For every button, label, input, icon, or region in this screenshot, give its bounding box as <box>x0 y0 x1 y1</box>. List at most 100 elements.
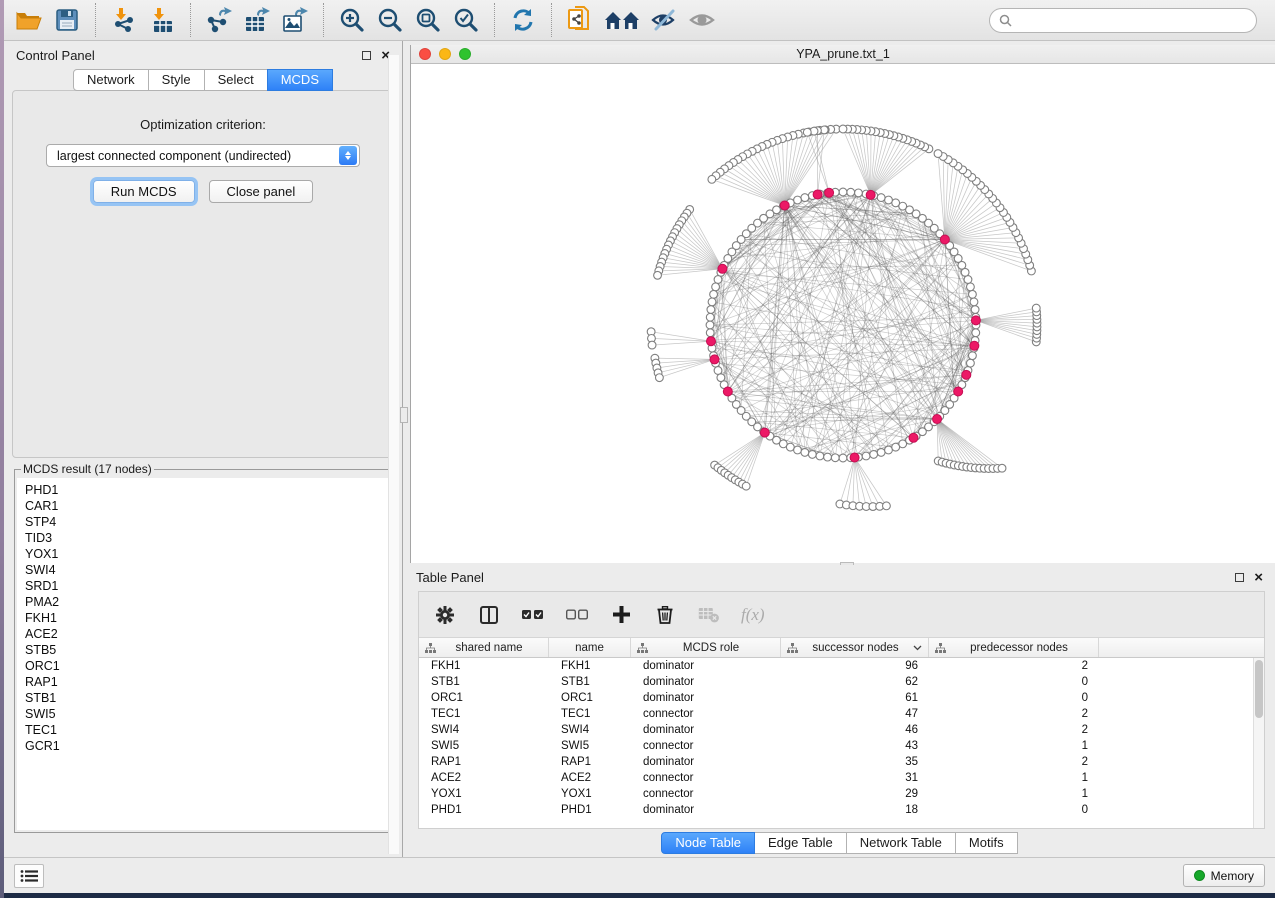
sort-descending-icon <box>913 645 922 651</box>
table-tab[interactable]: Node Table <box>661 832 755 854</box>
table-settings-icon[interactable] <box>433 603 457 627</box>
table-row[interactable]: STB1 STB1 dominator 62 0 <box>419 674 1264 690</box>
zoom-fit-icon[interactable] <box>412 4 444 36</box>
table-row[interactable]: FKH1 FKH1 dominator 96 2 <box>419 658 1264 674</box>
run-mcds-button[interactable]: Run MCDS <box>93 180 195 203</box>
float-panel-icon[interactable] <box>1235 573 1244 582</box>
toolbar-separator <box>95 3 96 37</box>
close-panel-icon[interactable]: × <box>1254 570 1263 585</box>
search-field[interactable] <box>989 8 1257 33</box>
mcds-result-item[interactable]: STB5 <box>25 642 389 658</box>
hide-selected-icon[interactable] <box>648 4 680 36</box>
toolbar-separator <box>190 3 191 37</box>
column-header-predecessor-nodes[interactable]: predecessor nodes <box>929 638 1099 657</box>
mcds-result-item[interactable]: STP4 <box>25 514 389 530</box>
network-window-title: YPA_prune.txt_1 <box>411 47 1275 61</box>
mcds-result-item[interactable]: TID3 <box>25 530 389 546</box>
network-canvas[interactable] <box>411 64 1275 563</box>
delete-column-icon[interactable] <box>653 603 677 627</box>
toolbar-separator <box>323 3 324 37</box>
control-panel-tab[interactable]: MCDS <box>267 69 333 91</box>
table-row[interactable]: SWI5 SWI5 connector 43 1 <box>419 738 1264 754</box>
mcds-result-item[interactable]: CAR1 <box>25 498 389 514</box>
mcds-result-item[interactable]: SWI5 <box>25 706 389 722</box>
show-all-icon[interactable] <box>686 4 718 36</box>
mcds-result-item[interactable]: ORC1 <box>25 658 389 674</box>
column-header-name[interactable]: name <box>549 638 631 657</box>
column-header-filler <box>1099 638 1264 657</box>
refresh-layout-icon[interactable] <box>507 4 539 36</box>
mcds-result-item[interactable]: FKH1 <box>25 610 389 626</box>
import-table-icon[interactable] <box>146 4 178 36</box>
search-input[interactable] <box>1018 12 1247 28</box>
home-icon[interactable] <box>602 4 642 36</box>
float-panel-icon[interactable] <box>362 51 371 60</box>
list-icon <box>20 869 38 883</box>
table-scrollbar[interactable] <box>1253 658 1264 828</box>
table-header: shared name name MCDS role successor nod… <box>419 638 1264 658</box>
mcds-result-list[interactable]: PHD1CAR1STP4TID3YOX1SWI4SRD1PMA2FKH1ACE2… <box>17 478 389 830</box>
task-history-button[interactable] <box>14 864 44 888</box>
table-row[interactable]: PHD1 PHD1 dominator 18 0 <box>419 802 1264 818</box>
open-session-icon[interactable] <box>13 4 45 36</box>
export-image-icon[interactable] <box>279 4 311 36</box>
close-panel-button[interactable]: Close panel <box>209 180 314 203</box>
import-network-icon[interactable] <box>108 4 140 36</box>
column-header-mcds-role[interactable]: MCDS role <box>631 638 781 657</box>
column-type-icon <box>425 643 436 653</box>
network-window-titlebar[interactable]: YPA_prune.txt_1 <box>411 45 1275 64</box>
table-tab[interactable]: Motifs <box>955 832 1018 854</box>
table-panel-titlebar: Table Panel × <box>404 565 1275 589</box>
export-network-icon[interactable] <box>203 4 235 36</box>
column-header-successor-nodes[interactable]: successor nodes <box>781 638 929 657</box>
control-panel-tab[interactable]: Style <box>148 69 205 91</box>
column-type-icon <box>787 643 798 653</box>
toolbar-separator <box>494 3 495 37</box>
memory-button[interactable]: Memory <box>1183 864 1265 887</box>
clone-network-icon[interactable] <box>564 4 596 36</box>
control-panel-titlebar: Control Panel × <box>4 41 402 69</box>
zoom-selected-icon[interactable] <box>450 4 482 36</box>
table-toolbar: f(x) <box>419 592 1264 638</box>
control-panel-tab[interactable]: Network <box>73 69 149 91</box>
export-table-icon[interactable] <box>241 4 273 36</box>
table-row[interactable]: SWI4 SWI4 dominator 46 2 <box>419 722 1264 738</box>
table-row[interactable]: TEC1 TEC1 connector 47 2 <box>419 706 1264 722</box>
mcds-result-item[interactable]: ACE2 <box>25 626 389 642</box>
table-row[interactable]: RAP1 RAP1 dominator 35 2 <box>419 754 1264 770</box>
column-header-shared-name[interactable]: shared name <box>419 638 549 657</box>
table-columns-icon[interactable] <box>477 603 501 627</box>
criterion-select[interactable]: largest connected component (undirected) <box>46 144 360 167</box>
control-panel-tab[interactable]: Select <box>204 69 268 91</box>
deselect-all-icon[interactable] <box>565 603 589 627</box>
mcds-result-item[interactable]: PMA2 <box>25 594 389 610</box>
right-area: YPA_prune.txt_1 Table Panel × <box>404 41 1275 857</box>
table-tabs: Node TableEdge TableNetwork TableMotifs <box>404 832 1275 854</box>
mcds-result-item[interactable]: RAP1 <box>25 674 389 690</box>
mcds-result-item[interactable]: SRD1 <box>25 578 389 594</box>
control-panel-tabs: NetworkStyleSelectMCDS <box>4 69 402 91</box>
table-panel: Table Panel × <box>404 565 1275 857</box>
vertical-splitter[interactable] <box>400 407 408 423</box>
table-row[interactable]: ORC1 ORC1 dominator 61 0 <box>419 690 1264 706</box>
mcds-result-item[interactable]: TEC1 <box>25 722 389 738</box>
table-row[interactable]: ACE2 ACE2 connector 31 1 <box>419 770 1264 786</box>
mcds-panel: Optimization criterion: largest connecte… <box>12 90 394 458</box>
table-row[interactable]: YOX1 YOX1 connector 29 1 <box>419 786 1264 802</box>
result-scrollbar[interactable] <box>388 55 399 854</box>
table-tab[interactable]: Network Table <box>846 832 956 854</box>
mcds-result-item[interactable]: SWI4 <box>25 562 389 578</box>
add-column-icon[interactable] <box>609 603 633 627</box>
mcds-result-item[interactable]: STB1 <box>25 690 389 706</box>
save-session-icon[interactable] <box>51 4 83 36</box>
zoom-out-icon[interactable] <box>374 4 406 36</box>
table-tab[interactable]: Edge Table <box>754 832 847 854</box>
mcds-result-item[interactable]: GCR1 <box>25 738 389 754</box>
main-toolbar <box>4 0 1275 41</box>
zoom-in-icon[interactable] <box>336 4 368 36</box>
mcds-result-item[interactable]: YOX1 <box>25 546 389 562</box>
mcds-result-item[interactable]: PHD1 <box>25 482 389 498</box>
select-all-icon[interactable] <box>521 603 545 627</box>
table-body: FKH1 FKH1 dominator 96 2 STB1 STB1 domin… <box>419 658 1264 828</box>
scrollbar-thumb[interactable] <box>1255 660 1263 718</box>
